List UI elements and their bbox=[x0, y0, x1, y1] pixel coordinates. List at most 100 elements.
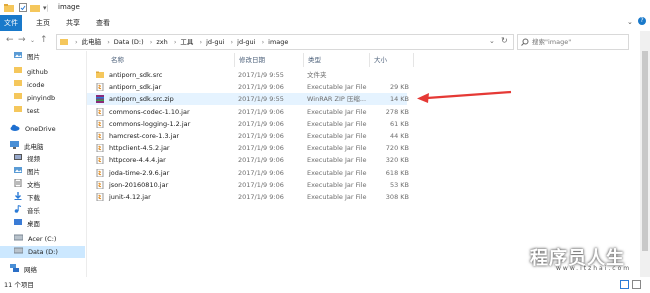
forward-arrow-icon[interactable]: → bbox=[18, 35, 26, 45]
column-header-size[interactable]: 大小 bbox=[374, 53, 387, 67]
file-name: commons-logging-1.2.jar bbox=[109, 119, 191, 128]
nav-item-desktop[interactable]: 桌面 bbox=[14, 218, 40, 230]
nav-item-github[interactable]: github bbox=[14, 66, 48, 78]
folder-icon bbox=[14, 92, 22, 104]
annotation-arrow-icon bbox=[417, 90, 512, 103]
file-name: junit-4.12.jar bbox=[109, 193, 151, 201]
nav-item-drive-d[interactable]: Data (D:) bbox=[0, 246, 85, 258]
table-row[interactable]: httpclient-4.5.2.jar 2017/1/9 9:06 Executa… bbox=[87, 142, 409, 154]
table-row[interactable]: httpcore-4.4.4.jar 2017/1/9 9:06 Executabl… bbox=[87, 154, 409, 166]
table-row[interactable]: json-20160810.jar 2017/1/9 9:06 Executable… bbox=[87, 179, 409, 191]
jar-icon bbox=[96, 143, 104, 153]
jar-icon bbox=[96, 131, 104, 141]
video-icon bbox=[14, 153, 22, 165]
tab-home[interactable]: 主页 bbox=[30, 15, 56, 31]
status-bar: 11 个项目 bbox=[0, 277, 650, 293]
nav-item-icode[interactable]: icode bbox=[14, 79, 44, 91]
table-row[interactable]: joda-time-2.9.6.jar 2017/1/9 9:06 Executab… bbox=[87, 167, 409, 179]
breadcrumb-item[interactable]: jd-gui bbox=[237, 38, 255, 46]
zip-icon bbox=[96, 95, 104, 104]
address-dropdown-icon[interactable]: ⌄ bbox=[489, 37, 495, 45]
nav-item-pinyindb[interactable]: pinyindb bbox=[14, 92, 55, 104]
file-size: 720 KB bbox=[385, 144, 409, 153]
details-view-icon[interactable] bbox=[620, 280, 629, 289]
pictures-icon bbox=[14, 166, 22, 178]
file-size: 278 KB bbox=[385, 107, 409, 116]
file-date: 2017/1/9 9:06 bbox=[238, 193, 284, 201]
table-row[interactable]: hamcrest-core-1.3.jar 2017/1/9 9:06 Execut… bbox=[87, 130, 409, 142]
file-name: joda-time-2.9.6.jar bbox=[109, 168, 170, 177]
file-date: 2017/1/9 9:06 bbox=[238, 83, 284, 92]
back-arrow-icon[interactable]: ← bbox=[6, 35, 14, 45]
file-date: 2017/1/9 9:55 bbox=[238, 95, 284, 104]
table-row[interactable]: antiporn_sdk.jar 2017/1/9 9:06 Executable … bbox=[87, 81, 409, 93]
nav-item-documents[interactable]: 文档 bbox=[14, 178, 40, 191]
file-name: hamcrest-core-1.3.jar bbox=[109, 132, 180, 140]
recent-locations-icon[interactable]: ⌄ bbox=[30, 37, 35, 44]
nav-item-pictures-2[interactable]: 图片 bbox=[14, 166, 40, 178]
folder-icon bbox=[14, 105, 22, 117]
breadcrumb-item[interactable]: Data (D:) bbox=[114, 38, 144, 46]
scrollbar-thumb[interactable] bbox=[642, 51, 648, 251]
nav-item-onedrive[interactable]: OneDrive bbox=[10, 123, 56, 135]
jar-icon bbox=[96, 155, 104, 165]
nav-item-music[interactable]: 音乐 bbox=[14, 205, 40, 217]
new-folder-icon[interactable] bbox=[30, 3, 40, 12]
title-bar: ▾ | image bbox=[0, 0, 650, 16]
file-name: httpcore-4.4.4.jar bbox=[109, 156, 166, 165]
column-header-date[interactable]: 修改日期 bbox=[239, 53, 265, 67]
nav-item-network[interactable]: 网络 bbox=[10, 264, 37, 276]
nav-item-this-pc[interactable]: 此电脑 bbox=[10, 141, 44, 153]
address-bar[interactable]: › 此电脑 › Data (D:) › zxh › 工具 › jd-gui › jd-gui… bbox=[56, 34, 514, 50]
tab-file[interactable]: 文件 bbox=[0, 15, 22, 31]
item-count: 11 个项目 bbox=[4, 281, 34, 289]
tab-share[interactable]: 共享 bbox=[60, 15, 86, 31]
table-row[interactable]: commons-codec-1.10.jar 2017/1/9 9:06 Execu… bbox=[87, 106, 409, 118]
breadcrumb-item[interactable]: zxh bbox=[156, 38, 167, 46]
drive-icon bbox=[13, 233, 24, 245]
watermark-url: www.itzhai.com bbox=[556, 265, 632, 272]
jar-icon bbox=[96, 82, 104, 92]
file-date: 2017/1/9 9:06 bbox=[238, 156, 284, 165]
file-name: httpclient-4.5.2.jar bbox=[109, 144, 170, 153]
network-icon bbox=[10, 264, 19, 276]
quick-access-toolbar: ▾ | bbox=[4, 3, 50, 12]
nav-item-pictures[interactable]: 图片 bbox=[14, 51, 40, 63]
expand-ribbon-icon[interactable]: ⌄ bbox=[627, 18, 633, 26]
properties-icon[interactable] bbox=[19, 3, 27, 12]
breadcrumb-item[interactable]: image bbox=[268, 38, 288, 46]
table-row[interactable]: antiporn_sdk.src.zip 2017/1/9 9:55 WinRAR … bbox=[87, 93, 409, 106]
file-date: 2017/1/9 9:06 bbox=[238, 107, 284, 116]
breadcrumb-item[interactable]: jd-gui bbox=[206, 38, 224, 46]
help-icon[interactable]: ? bbox=[638, 17, 646, 25]
table-row[interactable]: antiporn_sdk.src 2017/1/9 9:55 文件夹 bbox=[87, 69, 407, 81]
vertical-scrollbar[interactable] bbox=[640, 31, 650, 277]
file-date: 2017/1/9 9:55 bbox=[238, 71, 284, 79]
search-input[interactable]: 搜索"image" bbox=[532, 35, 571, 49]
nav-item-test[interactable]: test bbox=[14, 105, 39, 117]
jar-icon bbox=[96, 107, 104, 117]
up-arrow-icon[interactable]: ↑ bbox=[40, 35, 48, 45]
large-icons-view-icon[interactable] bbox=[632, 280, 641, 289]
search-icon bbox=[521, 38, 529, 46]
file-date: 2017/1/9 9:06 bbox=[238, 119, 284, 128]
jar-icon bbox=[96, 168, 104, 178]
nav-item-downloads[interactable]: 下载 bbox=[14, 192, 40, 204]
table-row[interactable]: junit-4.12.jar 2017/1/9 9:06 Executable Ja… bbox=[87, 191, 409, 203]
column-header-type[interactable]: 类型 bbox=[308, 53, 321, 67]
tab-view[interactable]: 查看 bbox=[90, 15, 116, 31]
table-row[interactable]: commons-logging-1.2.jar 2017/1/9 9:06 Exec… bbox=[87, 118, 409, 130]
nav-item-drive-c[interactable]: Acer (C:) bbox=[13, 233, 56, 245]
breadcrumb-item[interactable]: 此电脑 bbox=[82, 38, 102, 46]
file-size: 44 KB bbox=[389, 132, 409, 140]
pictures-icon bbox=[14, 51, 22, 63]
file-size: 61 KB bbox=[389, 119, 409, 128]
file-name: antiporn_sdk.src.zip bbox=[109, 95, 174, 104]
folder-icon bbox=[4, 4, 14, 12]
search-box[interactable]: 搜索"image" bbox=[517, 34, 629, 50]
jar-icon bbox=[96, 192, 104, 202]
breadcrumb-item[interactable]: 工具 bbox=[180, 38, 193, 46]
column-header-name[interactable]: 名称 bbox=[111, 53, 124, 67]
refresh-icon[interactable]: ↻ bbox=[501, 36, 508, 45]
nav-item-videos[interactable]: 视频 bbox=[14, 153, 40, 165]
